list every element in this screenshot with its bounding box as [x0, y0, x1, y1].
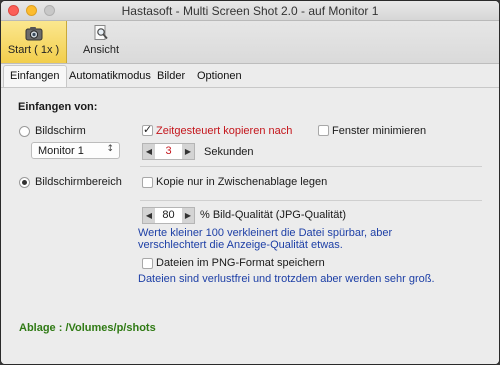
monitor-select[interactable]: Monitor 1 ↕ — [31, 142, 120, 159]
capture-heading: Einfangen von: — [18, 101, 98, 113]
quality-hint-line2: verschlechtert die Anzeige-Qualität etwa… — [138, 239, 343, 251]
area-radio[interactable] — [19, 177, 30, 188]
timed-label: Zeitgesteuert kopieren nach — [156, 125, 293, 137]
chevron-updown-icon: ↕ — [106, 144, 114, 154]
app-window: Hastasoft - Multi Screen Shot 2.0 - auf … — [0, 0, 500, 365]
png-label: Dateien im PNG-Format speichern — [156, 257, 325, 269]
separator — [140, 200, 482, 201]
separator — [140, 166, 482, 167]
start-button-label: Start ( 1x ) — [7, 44, 60, 56]
quality-stepper[interactable]: ◀ 80 ▶ — [142, 207, 195, 224]
area-radio-label: Bildschirmbereich — [35, 176, 122, 188]
quality-label: % Bild-Qualität (JPG-Qualität) — [200, 209, 347, 221]
window-title: Hastasoft - Multi Screen Shot 2.0 - auf … — [121, 4, 379, 18]
screen-radio[interactable] — [19, 126, 30, 137]
tab-automatikmodus[interactable]: Automatikmodus — [63, 66, 157, 87]
magnifier-document-icon — [94, 25, 108, 40]
storage-path: Ablage : /Volumes/p/shots — [19, 322, 156, 334]
png-checkbox[interactable] — [142, 258, 153, 269]
quality-increment-button[interactable]: ▶ — [182, 208, 194, 223]
start-button[interactable]: Start ( 1x ) — [1, 21, 67, 63]
tab-optionen[interactable]: Optionen — [191, 66, 248, 87]
clipboard-checkbox[interactable] — [142, 177, 153, 188]
seconds-stepper[interactable]: ◀ 3 ▶ — [142, 143, 195, 160]
timed-checkbox[interactable] — [142, 123, 153, 136]
monitor-select-value: Monitor 1 — [38, 145, 84, 157]
view-button[interactable]: Ansicht — [77, 21, 125, 63]
tab-bilder[interactable]: Bilder — [151, 66, 191, 87]
clipboard-label: Kopie nur in Zwischenablage legen — [156, 176, 328, 188]
minimize-checkbox[interactable] — [318, 125, 329, 136]
capture-panel: Einfangen von: Bildschirm Monitor 1 ↕ Bi… — [1, 88, 499, 364]
png-hint: Dateien sind verlustfrei und trotzdem ab… — [138, 273, 435, 285]
quality-hint-line1: Werte kleiner 100 verkleinert die Datei … — [138, 227, 393, 239]
seconds-increment-button[interactable]: ▶ — [182, 144, 194, 159]
tab-bar: Einfangen Automatikmodus Bilder Optionen — [1, 64, 499, 89]
seconds-label: Sekunden — [204, 146, 254, 158]
tab-einfangen[interactable]: Einfangen — [3, 65, 67, 89]
title-bar: Hastasoft - Multi Screen Shot 2.0 - auf … — [1, 1, 499, 21]
toolbar: Start ( 1x ) Ansicht — [1, 21, 499, 64]
minimize-label: Fenster minimieren — [332, 125, 427, 137]
view-button-label: Ansicht — [82, 44, 120, 56]
screen-radio-label: Bildschirm — [35, 125, 86, 137]
camera-icon — [25, 27, 42, 41]
